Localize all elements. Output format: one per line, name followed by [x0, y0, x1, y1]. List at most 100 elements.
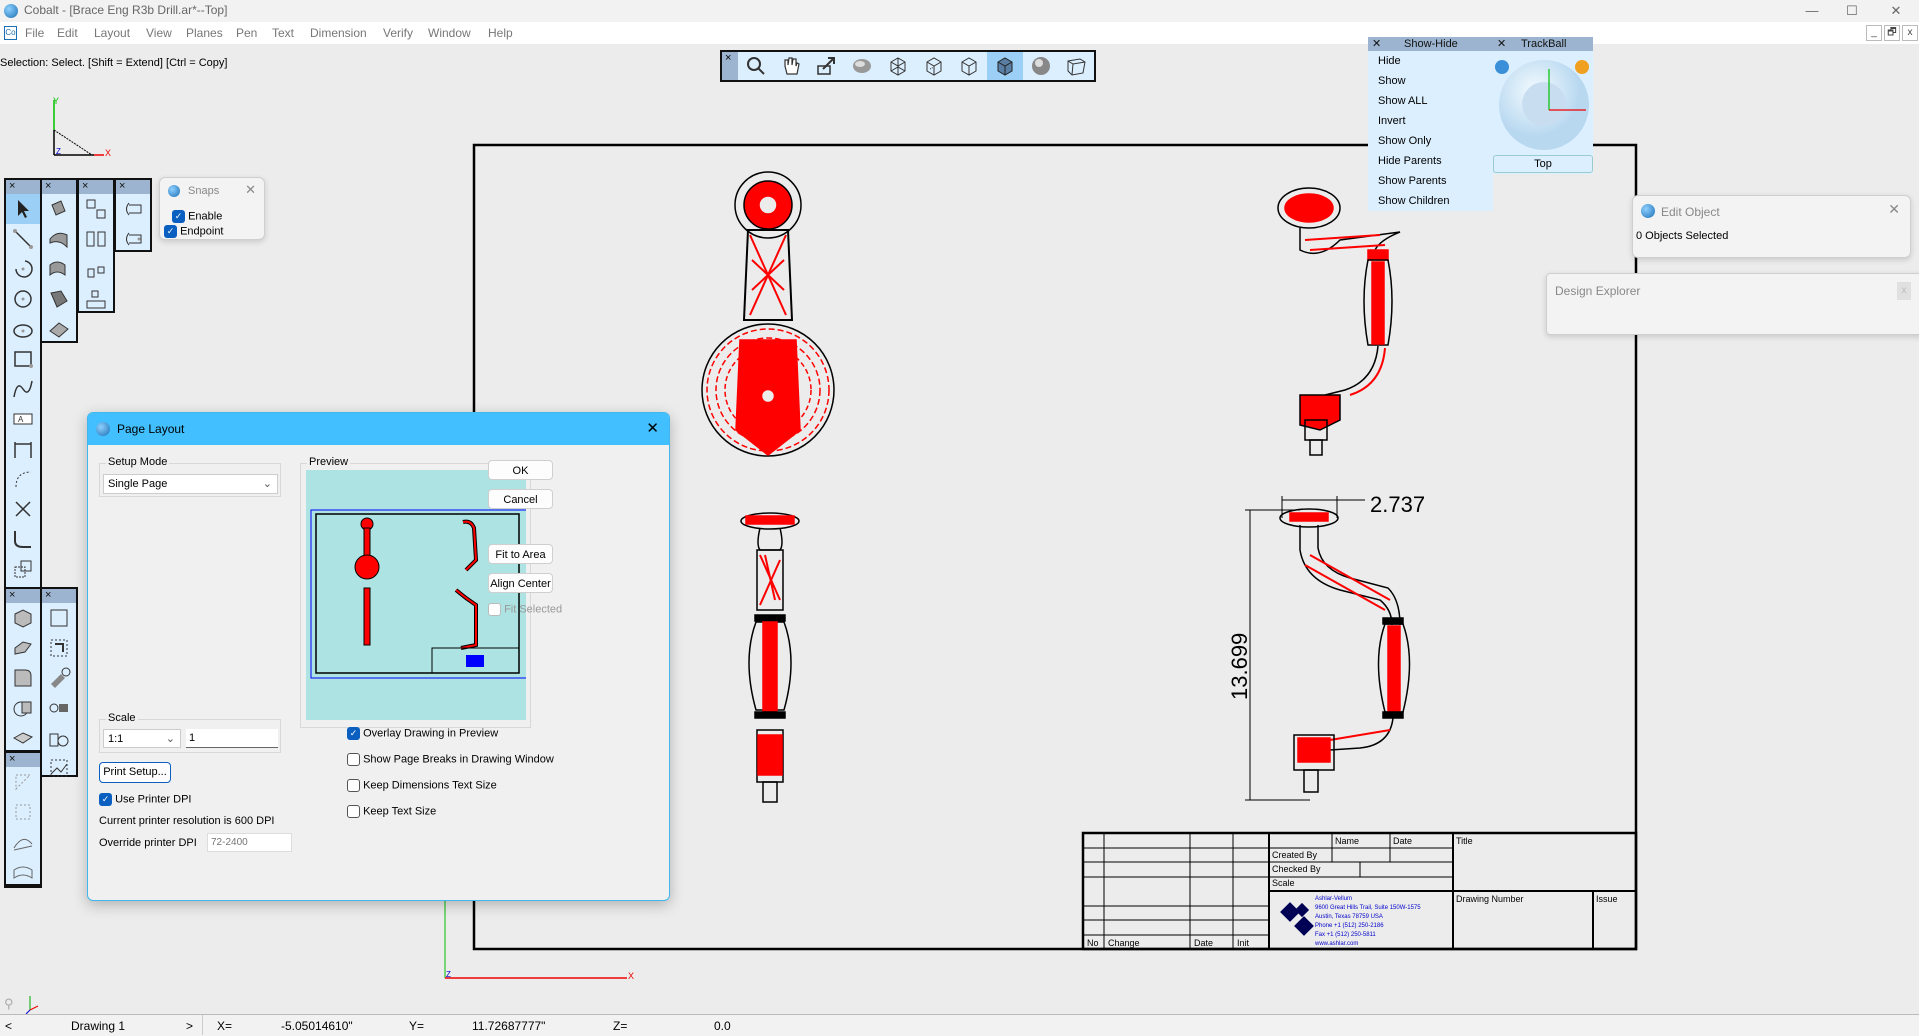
- dimension-height[interactable]: 13.699: [1227, 633, 1252, 700]
- rectangle-tool[interactable]: [6, 344, 40, 374]
- arc-tool[interactable]: [6, 254, 40, 284]
- prev-drawing-button[interactable]: <: [5, 1019, 12, 1033]
- select-tool[interactable]: [6, 194, 40, 224]
- align-center-button[interactable]: Align Center: [488, 573, 553, 593]
- solid-fillet-tool[interactable]: [6, 663, 40, 693]
- next-drawing-button[interactable]: >: [186, 1019, 193, 1033]
- solid-boolean-tool[interactable]: [6, 693, 40, 723]
- hidden-line-button[interactable]: [952, 52, 988, 80]
- dimension-tool[interactable]: [6, 434, 40, 464]
- shaded-button[interactable]: [987, 52, 1023, 80]
- modify-tool-2[interactable]: [42, 633, 76, 663]
- drill-front-view[interactable]: [740, 512, 800, 803]
- show-hide-close[interactable]: ✕: [1372, 37, 1381, 51]
- arrange-tool-2[interactable]: [79, 224, 113, 254]
- modify-tool-5[interactable]: [42, 723, 76, 753]
- trim-tool[interactable]: [6, 494, 40, 524]
- drill-dimensioned-view[interactable]: [1245, 496, 1411, 801]
- solid-extrude-tool[interactable]: [6, 633, 40, 663]
- modify-tool-4[interactable]: [42, 693, 76, 723]
- ok-button[interactable]: OK: [488, 460, 553, 480]
- spline-tool[interactable]: [6, 374, 40, 404]
- fit-selected-checkbox[interactable]: Fit Selected: [488, 603, 562, 616]
- show-hide-item-hide-parents[interactable]: Hide Parents: [1368, 151, 1493, 171]
- show-hide-item-show-children[interactable]: Show Children: [1368, 191, 1493, 211]
- modify-tool-3[interactable]: [42, 663, 76, 693]
- trackball-dropdown-icon[interactable]: [1495, 60, 1509, 74]
- toolbar-close[interactable]: ×: [6, 589, 40, 603]
- toolbar-close[interactable]: ×: [6, 753, 40, 767]
- surface-tool-1[interactable]: [42, 194, 76, 224]
- zoom-button[interactable]: [738, 52, 774, 80]
- show-hide-item-show-all[interactable]: Show ALL: [1368, 91, 1493, 111]
- snap-enable-checkbox[interactable]: ✓ Enable: [172, 210, 222, 223]
- trackball-close[interactable]: ✕: [1497, 37, 1506, 51]
- group-tool[interactable]: [6, 554, 40, 584]
- scale-value-input[interactable]: [186, 729, 278, 748]
- keep-text-size-checkbox[interactable]: Keep Text Size: [347, 805, 436, 818]
- toolbar-close[interactable]: ×: [116, 180, 150, 194]
- text-tool[interactable]: A: [6, 404, 40, 434]
- modify-tool-6[interactable]: [42, 753, 76, 783]
- drawing-tab[interactable]: Drawing 1: [71, 1019, 125, 1033]
- dimension-width[interactable]: 2.737: [1370, 492, 1425, 517]
- show-hide-item-show-parents[interactable]: Show Parents: [1368, 171, 1493, 191]
- use-printer-dpi-checkbox[interactable]: ✓ Use Printer DPI: [99, 793, 191, 806]
- modify-tool-1[interactable]: [42, 603, 76, 633]
- snaps-close-button[interactable]: ✕: [245, 182, 256, 198]
- curve-tool[interactable]: [6, 524, 40, 554]
- surface-tool-3[interactable]: [42, 254, 76, 284]
- show-page-breaks-checkbox[interactable]: Show Page Breaks in Drawing Window: [347, 753, 554, 766]
- snap-endpoint-checkbox[interactable]: ✓ Endpoint: [164, 225, 224, 238]
- fillet-tool[interactable]: [6, 464, 40, 494]
- dialog-close-button[interactable]: ✕: [646, 419, 659, 437]
- view-toolbar-close[interactable]: ×: [722, 52, 738, 80]
- construct-tool-3[interactable]: [6, 827, 40, 857]
- line-tool[interactable]: [6, 224, 40, 254]
- zoom-extents-button[interactable]: [809, 52, 845, 80]
- toolbar-close[interactable]: ×: [42, 180, 76, 194]
- circle-tool[interactable]: [6, 284, 40, 314]
- wireframe-button[interactable]: [880, 52, 916, 80]
- drill-top-view[interactable]: [701, 171, 835, 457]
- arrange-tool-1[interactable]: [79, 194, 113, 224]
- hidden-line-dashed-button[interactable]: [916, 52, 952, 80]
- design-explorer-close[interactable]: x: [1897, 282, 1911, 300]
- surface-tool-5[interactable]: [42, 314, 76, 344]
- arrange-tool-4[interactable]: [79, 284, 113, 314]
- dim-tool-1[interactable]: [116, 194, 150, 224]
- axis-plane-icon[interactable]: [20, 994, 40, 1014]
- paperclip-icon[interactable]: ⚲: [4, 996, 14, 1012]
- surface-tool-2[interactable]: [42, 224, 76, 254]
- print-setup-button[interactable]: Print Setup...: [99, 762, 171, 783]
- construct-tool-2[interactable]: [6, 797, 40, 827]
- arrange-tool-3[interactable]: [79, 254, 113, 284]
- cancel-button[interactable]: Cancel: [488, 489, 553, 509]
- surface-tool-4[interactable]: [42, 284, 76, 314]
- ellipse-tool[interactable]: [6, 314, 40, 344]
- show-hide-item-invert[interactable]: Invert: [1368, 111, 1493, 131]
- trackball-home-icon[interactable]: [1575, 60, 1589, 74]
- toolbar-close[interactable]: ×: [6, 180, 40, 194]
- drill-side-view[interactable]: [1277, 187, 1401, 456]
- trackball-sphere[interactable]: [1493, 51, 1593, 151]
- scale-ratio-select[interactable]: 1:1 ⌄: [103, 729, 181, 748]
- fit-to-area-button[interactable]: Fit to Area: [488, 544, 553, 564]
- solid-shell-tool[interactable]: [6, 723, 40, 753]
- show-hide-item-hide[interactable]: Hide: [1368, 51, 1493, 71]
- construct-tool-4[interactable]: [6, 857, 40, 887]
- edit-object-close[interactable]: ✕: [1888, 201, 1900, 218]
- override-dpi-input[interactable]: [207, 833, 292, 852]
- keep-dimensions-text-checkbox[interactable]: Keep Dimensions Text Size: [347, 779, 497, 792]
- render-button[interactable]: [1023, 52, 1059, 80]
- overlay-drawing-checkbox[interactable]: ✓ Overlay Drawing in Preview: [347, 727, 498, 740]
- toolbar-close[interactable]: ×: [42, 589, 76, 603]
- perspective-button[interactable]: [1058, 52, 1094, 80]
- toolbar-close[interactable]: ×: [79, 180, 113, 194]
- setup-mode-select[interactable]: Single Page ⌄: [103, 474, 278, 494]
- solid-box-tool[interactable]: [6, 603, 40, 633]
- rotate-view-button[interactable]: [845, 52, 881, 80]
- dim-tool-2[interactable]: [116, 224, 150, 254]
- show-hide-item-show[interactable]: Show: [1368, 71, 1493, 91]
- construct-tool-1[interactable]: [6, 767, 40, 797]
